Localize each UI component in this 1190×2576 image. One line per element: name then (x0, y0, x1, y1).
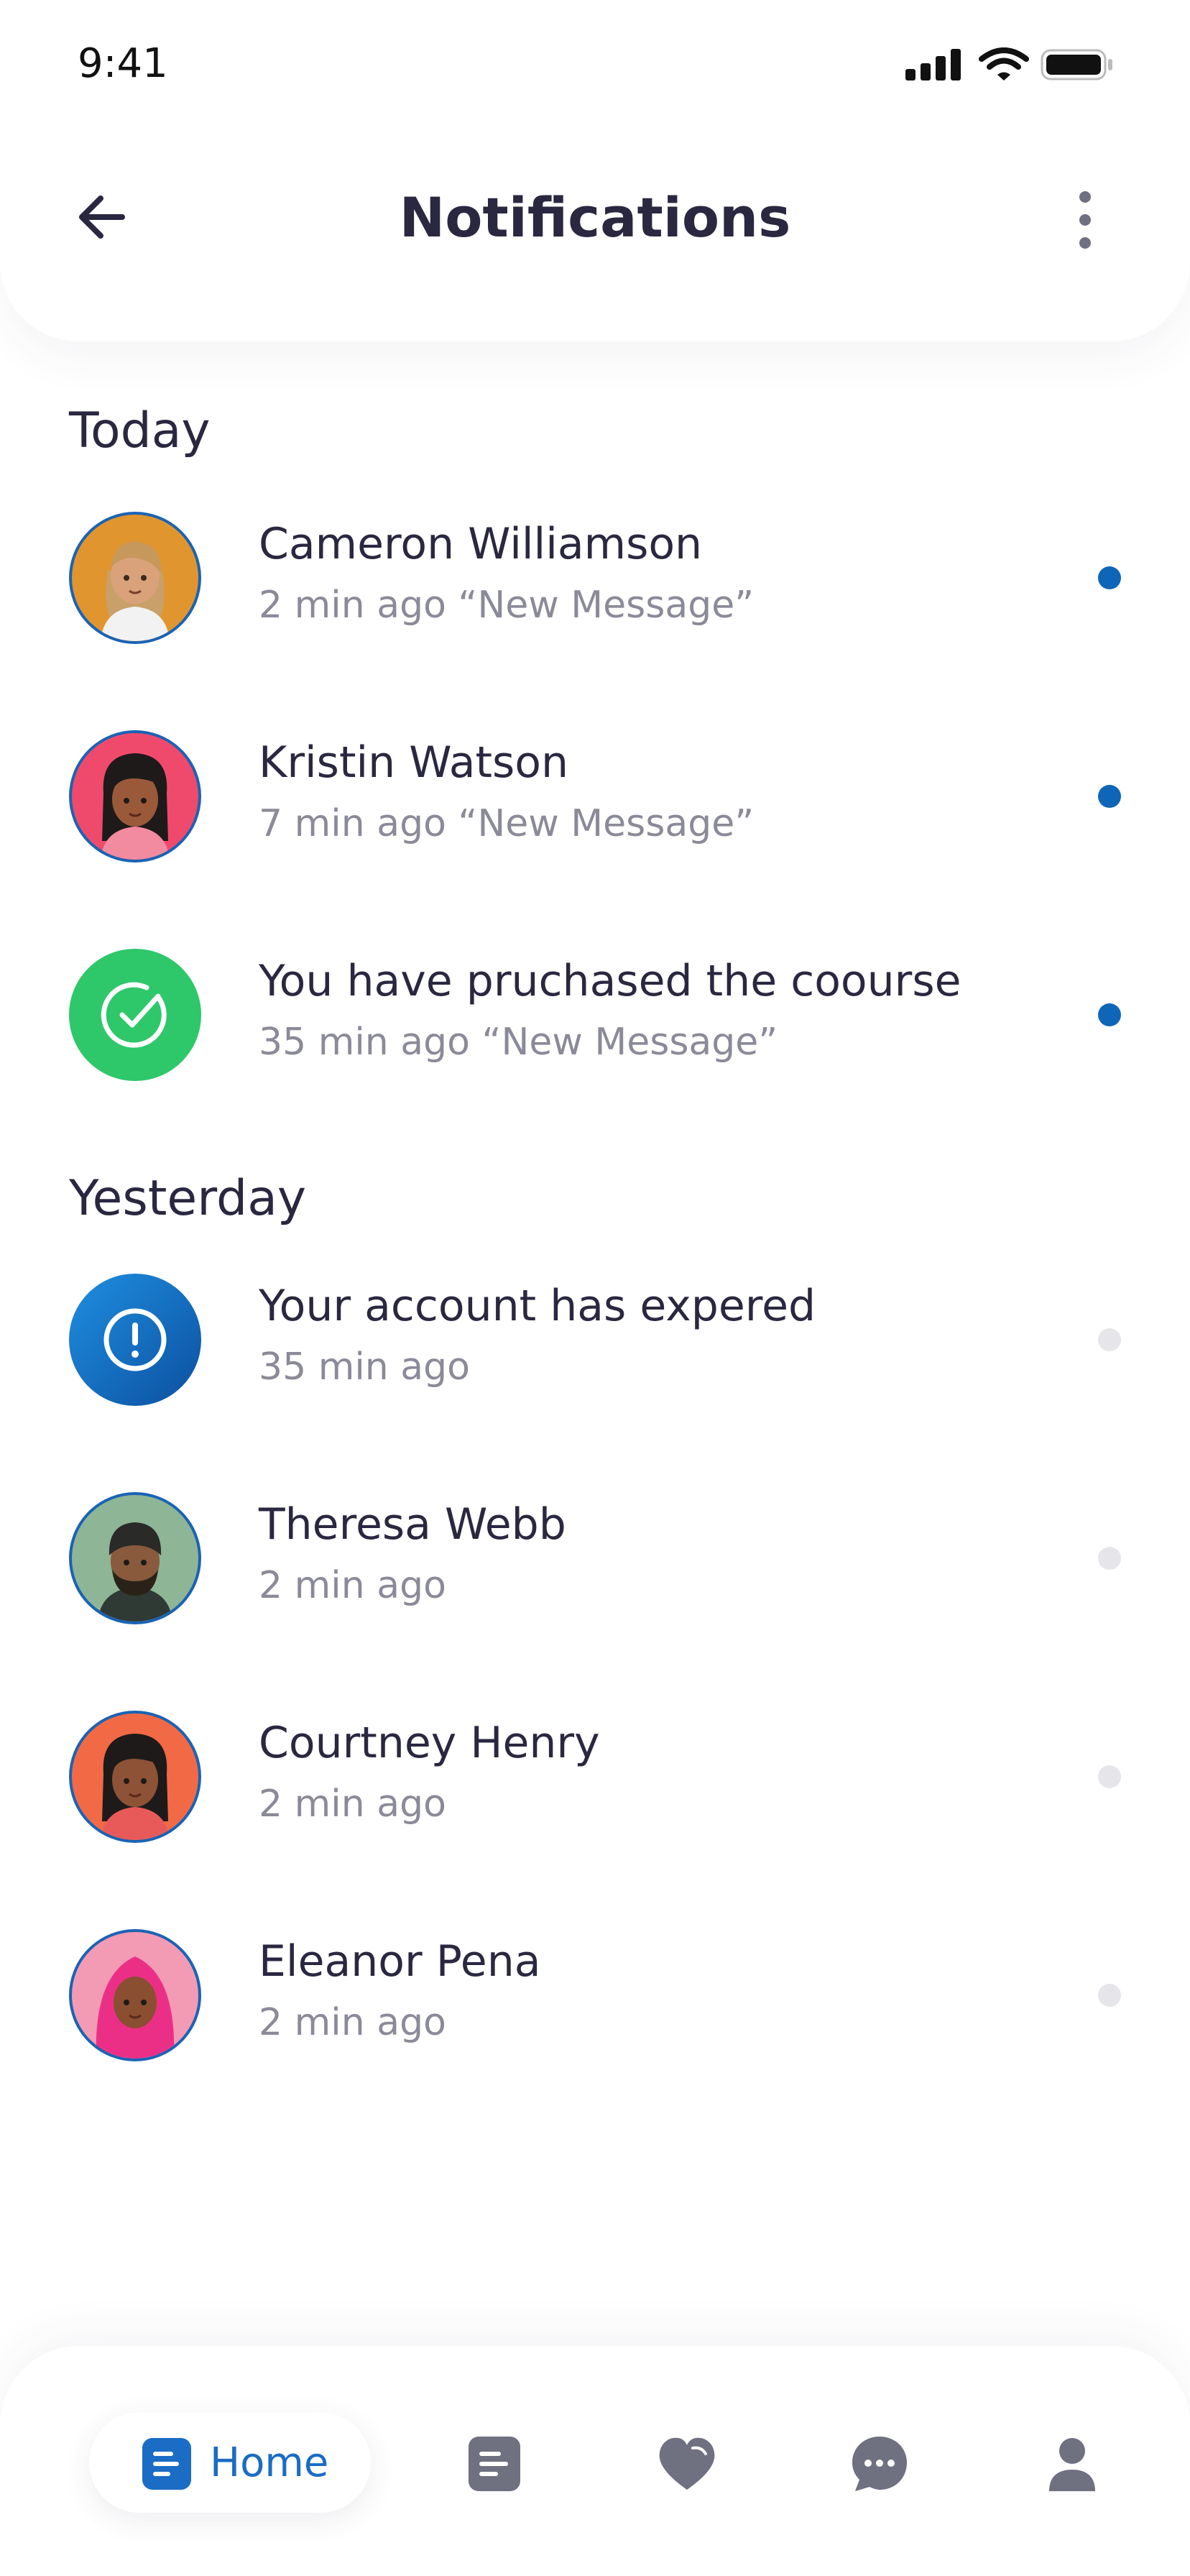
notification-item[interactable]: You have pruchased the coourse 35 min ag… (0, 949, 1190, 1114)
notification-title: Theresa Webb (259, 1499, 566, 1550)
heart-icon (659, 2437, 715, 2490)
wifi-icon (979, 47, 1029, 80)
notification-item[interactable]: Cameron Williamson 2 min ago “New Messag… (0, 512, 1190, 677)
notification-subtitle: 2 min ago (259, 1564, 446, 1607)
avatar-theresa (69, 1492, 201, 1624)
bottom-tab-bar: Home (0, 2346, 1190, 2576)
unread-indicator (1098, 785, 1121, 808)
home-document-icon (142, 2438, 191, 2490)
tab-home[interactable]: Home (89, 2412, 371, 2513)
notification-subtitle: 35 min ago “New Message” (259, 1021, 778, 1064)
profile-icon (1049, 2438, 1095, 2491)
notification-item[interactable]: Courtney Henry 2 min ago (0, 1711, 1190, 1876)
avatar-kristin (69, 730, 201, 862)
alert-circle-icon (69, 1274, 201, 1406)
chat-icon (852, 2437, 907, 2491)
battery-icon (1041, 49, 1112, 80)
tab-home-label: Home (210, 2439, 329, 2486)
read-indicator (1098, 1547, 1121, 1570)
notification-title: You have pruchased the coourse (259, 956, 961, 1006)
tab-documents[interactable] (463, 2432, 526, 2496)
notification-title: Eleanor Pena (259, 1936, 541, 1987)
page-title: Notifications (399, 185, 791, 249)
unread-indicator (1098, 566, 1121, 589)
notification-subtitle: 7 min ago “New Message” (259, 802, 755, 845)
notification-title: Your account has expered (259, 1281, 816, 1331)
notification-subtitle: 35 min ago (259, 1346, 470, 1389)
notification-subtitle: 2 min ago “New Message” (259, 584, 755, 627)
notification-title: Kristin Watson (259, 737, 569, 788)
tab-messages[interactable] (848, 2432, 911, 2496)
notification-title: Courtney Henry (259, 1718, 600, 1768)
avatar-eleanor (69, 1929, 201, 2061)
tab-favorites[interactable] (655, 2432, 719, 2496)
read-indicator (1098, 1328, 1121, 1351)
unread-indicator (1098, 1003, 1121, 1026)
notification-item[interactable]: Kristin Watson 7 min ago “New Message” (0, 730, 1190, 896)
document-icon (469, 2437, 520, 2491)
notification-title: Cameron Williamson (259, 519, 703, 569)
tab-profile[interactable] (1041, 2432, 1104, 2496)
read-indicator (1098, 1765, 1121, 1788)
more-options-button[interactable] (1064, 185, 1107, 254)
notification-subtitle: 2 min ago (259, 1782, 446, 1826)
avatar-cameron (69, 512, 201, 644)
section-label-today: Today (69, 402, 211, 459)
notification-item[interactable]: Theresa Webb 2 min ago (0, 1492, 1190, 1657)
status-time: 9:41 (78, 40, 168, 87)
check-circle-icon (69, 949, 201, 1081)
notification-item[interactable]: Your account has expered 35 min ago (0, 1274, 1190, 1439)
notification-item[interactable]: Eleanor Pena 2 min ago (0, 1929, 1190, 2094)
notification-subtitle: 2 min ago (259, 2001, 446, 2044)
cellular-signal-icon (905, 49, 961, 80)
section-label-yesterday: Yesterday (69, 1170, 307, 1227)
avatar-courtney (69, 1711, 201, 1843)
read-indicator (1098, 1984, 1121, 2007)
header: 9:41 Notifications (0, 0, 1190, 341)
more-vertical-icon (1079, 191, 1091, 249)
